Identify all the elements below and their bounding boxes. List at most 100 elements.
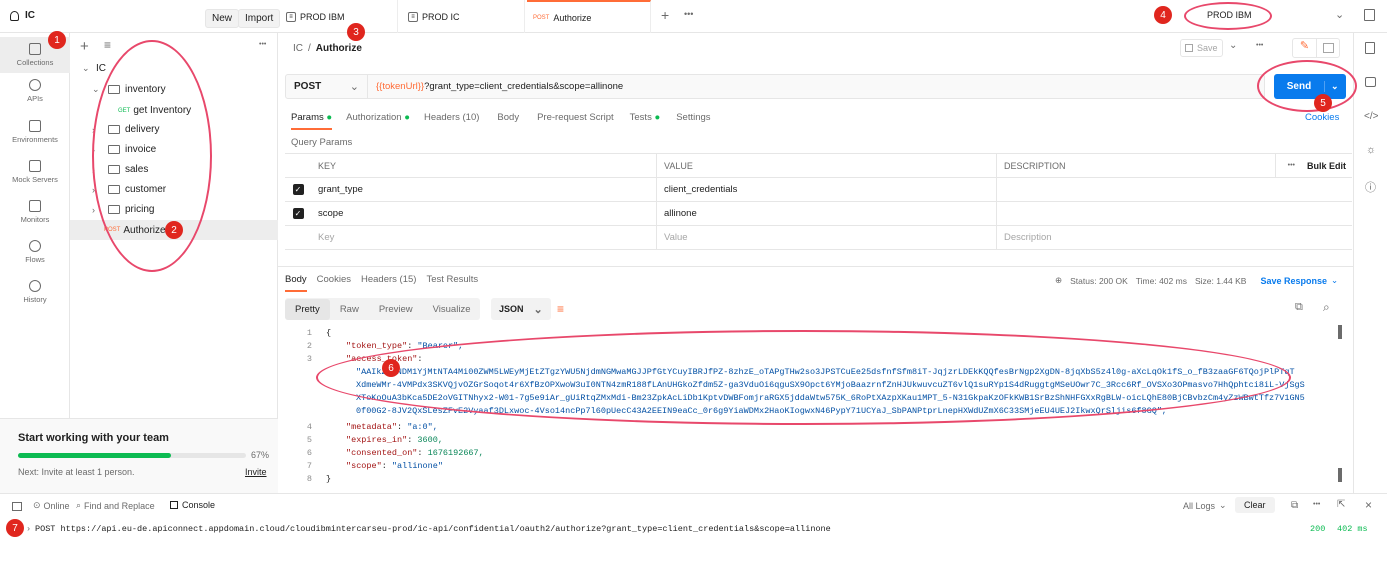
tab-prerequest-script[interactable]: Pre-request Script: [537, 112, 614, 130]
documentation-icon[interactable]: [1365, 42, 1375, 54]
save-response-button[interactable]: Save Response: [1260, 276, 1327, 286]
param-key[interactable]: scope: [311, 202, 657, 225]
workspace-name[interactable]: IC: [10, 10, 35, 21]
tab-settings[interactable]: Settings: [676, 112, 710, 130]
lightbulb-icon[interactable]: ☼: [1366, 144, 1376, 156]
key-placeholder-input[interactable]: Key: [311, 226, 657, 249]
wrap-lines-icon[interactable]: ≡: [557, 302, 564, 316]
filter-icon[interactable]: ≡: [104, 38, 111, 52]
tab-params[interactable]: Params ●: [291, 112, 333, 130]
environment-quicklook-icon[interactable]: [1364, 9, 1375, 21]
sidebar-item-flows[interactable]: Flows: [0, 240, 70, 264]
checkbox-checked[interactable]: ✓: [292, 184, 304, 195]
annotation-ring-send: [1257, 60, 1357, 112]
value-placeholder-input[interactable]: Value: [657, 226, 997, 249]
tab-prod-ibm[interactable]: ≡ PROD IBM: [278, 0, 398, 33]
popout-icon[interactable]: ⇱: [1337, 499, 1345, 510]
copy-icon[interactable]: ⧉: [1295, 301, 1303, 314]
search-icon[interactable]: ⌕: [1323, 300, 1330, 315]
request-name: Authorize: [315, 43, 362, 54]
info-icon[interactable]: ⓘ: [1365, 179, 1376, 195]
response-tab-body[interactable]: Body: [285, 274, 307, 292]
chevron-down-icon: ⌄: [1219, 500, 1227, 510]
table-row: ✓ grant_type client_credentials: [285, 178, 1352, 202]
sidebar-item-monitors[interactable]: Monitors: [0, 200, 70, 224]
add-collection-icon[interactable]: +: [80, 38, 89, 55]
response-tab-test-results[interactable]: Test Results: [426, 274, 478, 292]
breadcrumb-parent[interactable]: IC: [293, 43, 303, 54]
response-size[interactable]: Size: 1.44 KB: [1195, 276, 1247, 286]
description-placeholder-input[interactable]: Description: [997, 226, 1275, 249]
code-icon[interactable]: </>: [1364, 111, 1378, 122]
more-actions-icon[interactable]: •••: [1256, 42, 1263, 49]
tree-root[interactable]: ⌄ IC: [82, 63, 106, 74]
param-value[interactable]: client_credentials: [657, 178, 997, 201]
toggle-sidebar-icon[interactable]: [12, 502, 22, 511]
sidebar-item-mock-servers[interactable]: Mock Servers: [0, 160, 70, 184]
annotation-badge-5: 5: [1314, 94, 1332, 112]
copy-icon[interactable]: ⧉: [1291, 500, 1298, 511]
param-key[interactable]: grant_type: [311, 178, 657, 201]
response-time[interactable]: Time: 402 ms: [1136, 276, 1187, 286]
view-raw[interactable]: Raw: [330, 304, 369, 315]
online-status[interactable]: ⊙ Online: [33, 500, 70, 511]
param-description[interactable]: [997, 178, 1275, 201]
globe-icon[interactable]: ⊕: [1055, 275, 1062, 286]
flows-icon: [29, 240, 41, 252]
view-visualize[interactable]: Visualize: [423, 304, 481, 315]
more-options-icon[interactable]: •••: [259, 41, 266, 48]
onboarding-next: Next: Invite at least 1 person.: [18, 467, 135, 477]
view-pretty[interactable]: Pretty: [285, 298, 330, 320]
format-select[interactable]: JSON ⌄: [491, 298, 551, 320]
sidebar-item-apis[interactable]: APIs: [0, 79, 70, 103]
response-tab-cookies[interactable]: Cookies: [317, 274, 351, 292]
method-select[interactable]: POST ⌄: [286, 75, 368, 98]
chevron-down-icon[interactable]: ⌄: [1335, 8, 1344, 21]
bulk-edit-button[interactable]: Bulk Edit: [1307, 161, 1346, 171]
cookies-link[interactable]: Cookies: [1305, 112, 1339, 123]
response-tab-headers[interactable]: Headers (15): [361, 274, 416, 292]
annotation-badge-1: 1: [48, 31, 66, 49]
url-input[interactable]: {{tokenUrl}} ?grant_type=client_credentia…: [368, 81, 623, 92]
more-options-icon[interactable]: •••: [1313, 501, 1320, 508]
tab-body[interactable]: Body: [497, 112, 519, 130]
docs-view-icon[interactable]: [1323, 43, 1334, 53]
save-options-chevron-icon[interactable]: ⌄: [1229, 40, 1237, 51]
save-button[interactable]: Save: [1180, 39, 1223, 57]
response-view-tabs: Pretty Raw Preview Visualize: [285, 298, 481, 320]
sidebar-item-history[interactable]: History: [0, 280, 70, 304]
log-level-select[interactable]: All Logs ⌄: [1183, 500, 1227, 511]
tab-tests[interactable]: Tests ●: [630, 112, 661, 130]
user-icon: [10, 10, 19, 21]
tab-authorization[interactable]: Authorization ●: [346, 112, 410, 130]
edit-icon[interactable]: ✎: [1293, 39, 1317, 57]
console-log-row[interactable]: › POST https://api.eu-de.apiconnect.appd…: [0, 518, 1387, 540]
response-status[interactable]: Status: 200 OK: [1070, 276, 1128, 286]
scrollbar-thumb-bottom[interactable]: [1338, 468, 1342, 482]
find-replace-button[interactable]: ⌕ Find and Replace: [76, 500, 155, 511]
param-value[interactable]: allinone: [657, 202, 997, 225]
import-button[interactable]: Import: [238, 9, 281, 28]
add-tab-icon[interactable]: +: [661, 7, 669, 23]
sidebar-item-environments[interactable]: Environments: [0, 120, 70, 144]
clear-button[interactable]: Clear: [1235, 497, 1275, 513]
more-tabs-icon[interactable]: •••: [684, 9, 693, 19]
invite-link[interactable]: Invite: [245, 467, 267, 477]
view-toggle[interactable]: ✎: [1292, 38, 1340, 58]
close-icon[interactable]: ×: [1365, 498, 1372, 512]
new-button[interactable]: New: [205, 9, 240, 28]
top-header: IC New Import ≡ PROD IBM ≡ PROD IC POST Aut…: [0, 0, 1387, 33]
console-icon: [170, 501, 178, 509]
more-options-icon[interactable]: •••: [1288, 162, 1295, 169]
comments-icon[interactable]: [1365, 77, 1376, 87]
view-preview[interactable]: Preview: [369, 304, 423, 315]
tab-authorize[interactable]: POST Authorize: [527, 0, 651, 33]
history-icon: [29, 280, 41, 292]
tab-prod-ic[interactable]: ≡ PROD IC: [400, 0, 525, 33]
param-description[interactable]: [997, 202, 1275, 225]
checkbox-checked[interactable]: ✓: [292, 208, 304, 219]
tab-headers[interactable]: Headers (10): [424, 112, 479, 130]
chevron-down-icon[interactable]: ⌄: [1331, 275, 1338, 286]
console-button[interactable]: Console: [170, 500, 215, 510]
scrollbar-thumb[interactable]: [1338, 325, 1342, 339]
